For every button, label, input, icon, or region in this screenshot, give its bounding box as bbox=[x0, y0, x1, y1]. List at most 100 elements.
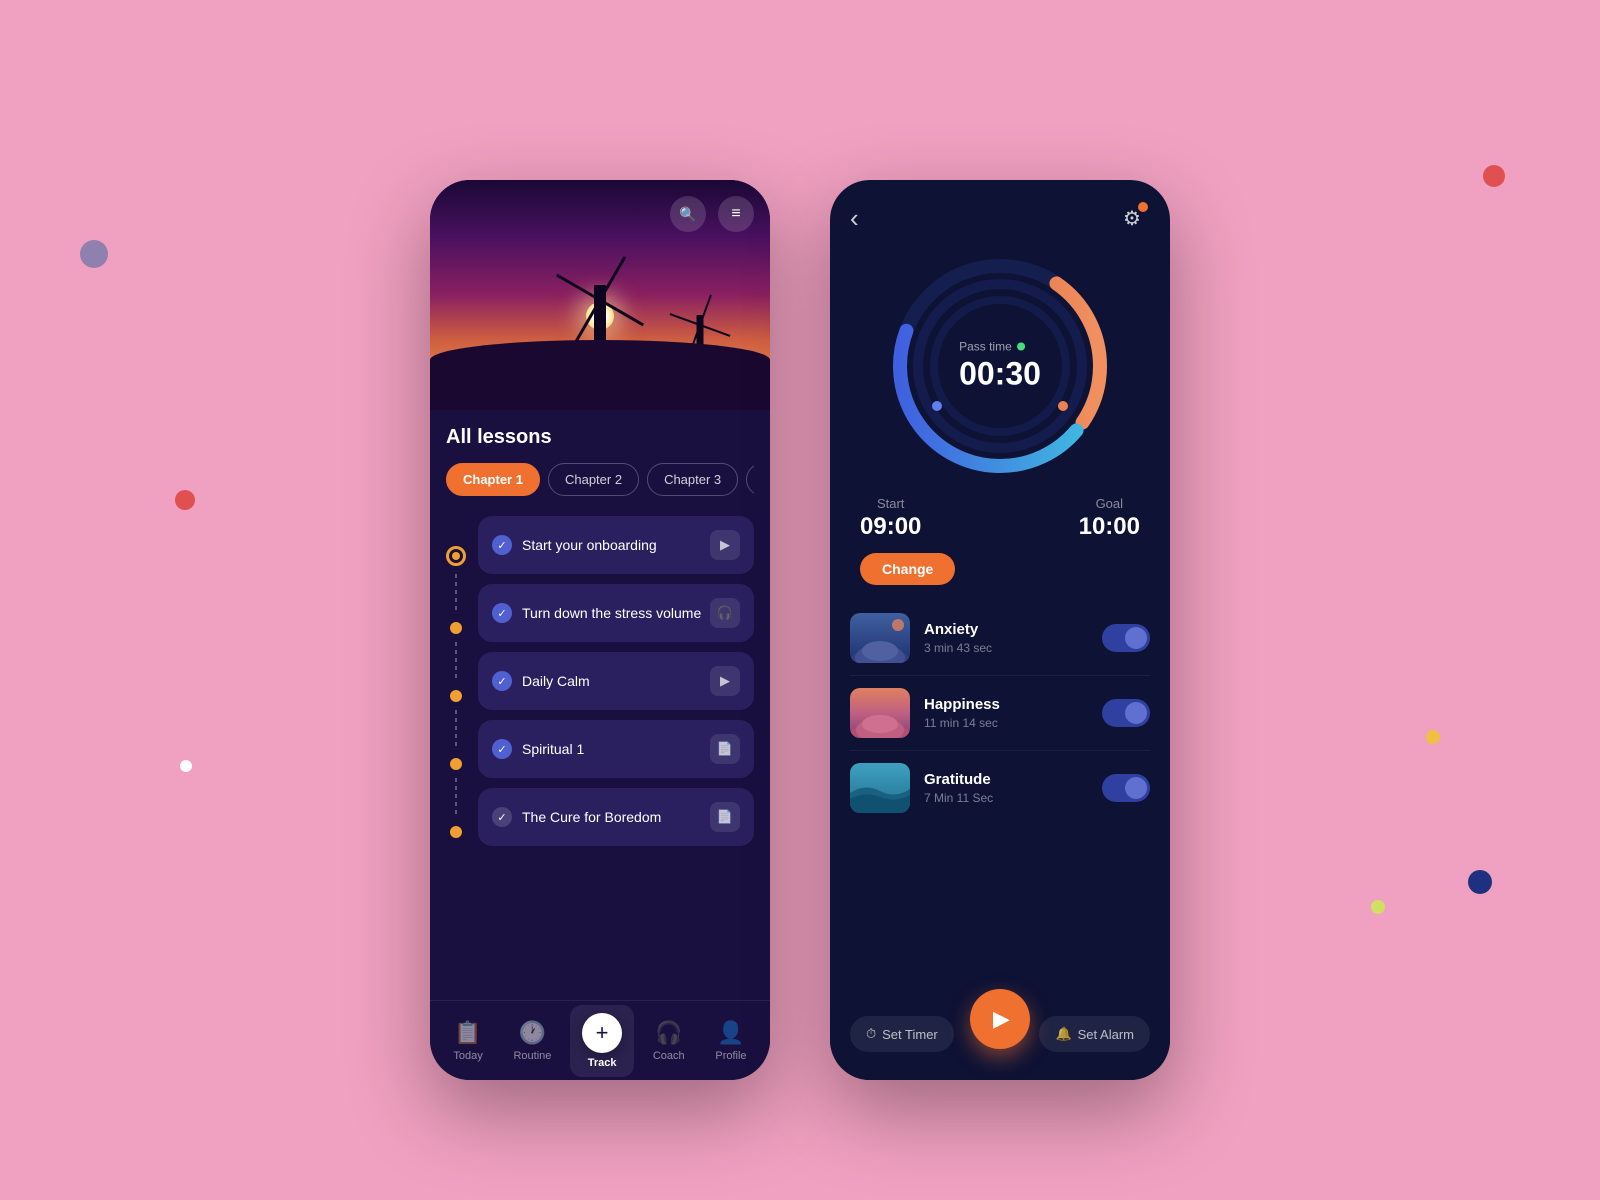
goal-value: 10:00 bbox=[1079, 513, 1140, 541]
gratitude-toggle-knob bbox=[1125, 777, 1147, 799]
phone-1: 🔍 ≡ All lessons Chapter 1 Chapter 2 Chap… bbox=[430, 180, 770, 1080]
search-icon: 🔍 bbox=[679, 206, 696, 223]
plus-icon: + bbox=[596, 1020, 609, 1046]
chapter-2-btn[interactable]: Chapter 2 bbox=[548, 463, 639, 496]
decorative-dot-2 bbox=[175, 490, 195, 510]
lesson-icon-headphone-2: 🎧 bbox=[710, 598, 740, 628]
timer-icon: ⏱ bbox=[866, 1026, 876, 1042]
nav-profile[interactable]: 👤 Profile bbox=[703, 1012, 758, 1070]
play-button[interactable]: ▶ bbox=[970, 989, 1030, 1049]
check-icon-2: ✓ bbox=[492, 603, 512, 623]
settings-button[interactable]: ⚙ bbox=[1114, 200, 1150, 236]
routine-icon: 🕐 bbox=[519, 1020, 546, 1046]
start-label: Start bbox=[860, 496, 921, 511]
meditation-gratitude: Gratitude 7 Min 11 Sec bbox=[850, 751, 1150, 825]
alarm-icon: 🔔 bbox=[1055, 1026, 1071, 1042]
lesson-icon-doc-4: 📄 bbox=[710, 734, 740, 764]
timeline-dot-2 bbox=[450, 622, 462, 634]
anxiety-duration: 3 min 43 sec bbox=[924, 641, 1088, 655]
lesson-item-2[interactable]: ✓ Turn down the stress volume 🎧 bbox=[478, 584, 754, 642]
nav-today-label: Today bbox=[453, 1050, 482, 1062]
lesson-item-4[interactable]: ✓ Spiritual 1 📄 bbox=[478, 720, 754, 778]
gratitude-duration: 7 Min 11 Sec bbox=[924, 791, 1088, 805]
search-button[interactable]: 🔍 bbox=[670, 196, 706, 232]
start-item: Start 09:00 bbox=[860, 496, 921, 541]
nav-routine-label: Routine bbox=[513, 1050, 551, 1062]
timeline-dot-3 bbox=[450, 690, 462, 702]
timeline-dot-active bbox=[446, 546, 466, 566]
decorative-dot-3 bbox=[1483, 165, 1505, 187]
anxiety-toggle-knob bbox=[1125, 627, 1147, 649]
anxiety-thumb bbox=[850, 613, 910, 663]
nav-track[interactable]: + Track bbox=[570, 1005, 634, 1077]
gratitude-info: Gratitude 7 Min 11 Sec bbox=[924, 771, 1088, 805]
timer-circle: Pass time 00:30 bbox=[890, 256, 1110, 476]
phone-2: ‹ ⚙ bbox=[830, 180, 1170, 1080]
timeline-line-3 bbox=[455, 710, 457, 750]
lesson-title-2: Turn down the stress volume bbox=[522, 605, 701, 621]
nav-track-label: Track bbox=[588, 1057, 617, 1069]
meditation-anxiety: Anxiety 3 min 43 sec bbox=[850, 601, 1150, 676]
play-icon: ▶ bbox=[993, 1006, 1010, 1032]
lesson-left-1: ✓ Start your onboarding bbox=[492, 535, 657, 555]
coach-icon: 🎧 bbox=[655, 1020, 682, 1046]
goal-label: Goal bbox=[1079, 496, 1140, 511]
decorative-dot-4 bbox=[1426, 730, 1440, 744]
timeline-dot-4 bbox=[450, 758, 462, 770]
filter-button[interactable]: ≡ bbox=[718, 196, 754, 232]
lesson-items: ✓ Start your onboarding ▶ ✓ Turn down th… bbox=[478, 516, 754, 846]
track-add-btn[interactable]: + bbox=[582, 1013, 622, 1053]
lesson-left-4: ✓ Spiritual 1 bbox=[492, 739, 584, 759]
gratitude-name: Gratitude bbox=[924, 771, 1088, 788]
anxiety-toggle[interactable] bbox=[1102, 624, 1150, 652]
happiness-toggle[interactable] bbox=[1102, 699, 1150, 727]
lesson-icon-doc-5: 📄 bbox=[710, 802, 740, 832]
set-alarm-button[interactable]: 🔔 Set Alarm bbox=[1039, 1016, 1150, 1052]
happiness-info: Happiness 11 min 14 sec bbox=[924, 696, 1088, 730]
lesson-item-5[interactable]: ✓ The Cure for Boredom 📄 bbox=[478, 788, 754, 846]
change-button[interactable]: Change bbox=[860, 553, 955, 585]
happiness-thumb bbox=[850, 688, 910, 738]
phone-2-header: ‹ ⚙ bbox=[830, 180, 1170, 246]
decorative-dot-1 bbox=[80, 240, 108, 268]
chapters-row: Chapter 1 Chapter 2 Chapter 3 Cha... bbox=[446, 463, 754, 496]
lessons-list: ✓ Start your onboarding ▶ ✓ Turn down th… bbox=[446, 516, 754, 846]
timeline-line-4 bbox=[455, 778, 457, 818]
start-value: 09:00 bbox=[860, 513, 921, 541]
gratitude-thumb bbox=[850, 763, 910, 813]
hero-icons: 🔍 ≡ bbox=[670, 196, 754, 232]
lesson-icon-video-1: ▶ bbox=[710, 530, 740, 560]
hero-image: 🔍 ≡ bbox=[430, 180, 770, 410]
lesson-title-1: Start your onboarding bbox=[522, 537, 657, 553]
gratitude-toggle[interactable] bbox=[1102, 774, 1150, 802]
set-timer-button[interactable]: ⏱ Set Timer bbox=[850, 1016, 954, 1052]
settings-badge bbox=[1138, 202, 1148, 212]
back-button[interactable]: ‹ bbox=[850, 203, 859, 234]
lesson-item-1[interactable]: ✓ Start your onboarding ▶ bbox=[478, 516, 754, 574]
chapter-3-btn[interactable]: Chapter 3 bbox=[647, 463, 738, 496]
lesson-left-2: ✓ Turn down the stress volume bbox=[492, 603, 701, 623]
bottom-bar: ⏱ Set Timer ▶ 🔔 Set Alarm bbox=[830, 1004, 1170, 1080]
pass-time-dot bbox=[1017, 343, 1025, 351]
meditation-happiness: Happiness 11 min 14 sec bbox=[850, 676, 1150, 751]
lesson-item-3[interactable]: ✓ Daily Calm ▶ bbox=[478, 652, 754, 710]
chapter-1-btn[interactable]: Chapter 1 bbox=[446, 463, 540, 496]
decorative-dot-6 bbox=[1468, 870, 1492, 894]
profile-icon: 👤 bbox=[717, 1020, 744, 1046]
chapter-4-btn[interactable]: Cha... bbox=[746, 463, 754, 496]
lesson-left-5: ✓ The Cure for Boredom bbox=[492, 807, 661, 827]
timer-section: Pass time 00:30 bbox=[830, 246, 1170, 496]
lesson-left-3: ✓ Daily Calm bbox=[492, 671, 590, 691]
decorative-dot-7 bbox=[180, 760, 192, 772]
nav-coach[interactable]: 🎧 Coach bbox=[641, 1012, 697, 1070]
nav-routine[interactable]: 🕐 Routine bbox=[501, 1012, 563, 1070]
anxiety-info: Anxiety 3 min 43 sec bbox=[924, 621, 1088, 655]
check-icon-1: ✓ bbox=[492, 535, 512, 555]
timeline-dot-5 bbox=[450, 826, 462, 838]
nav-today[interactable]: 📋 Today bbox=[441, 1012, 494, 1070]
timeline bbox=[446, 516, 466, 846]
anxiety-name: Anxiety bbox=[924, 621, 1088, 638]
start-goal-row: Start 09:00 Goal 10:00 bbox=[830, 496, 1170, 541]
lesson-title-4: Spiritual 1 bbox=[522, 741, 584, 757]
phones-container: 🔍 ≡ All lessons Chapter 1 Chapter 2 Chap… bbox=[430, 120, 1170, 1080]
